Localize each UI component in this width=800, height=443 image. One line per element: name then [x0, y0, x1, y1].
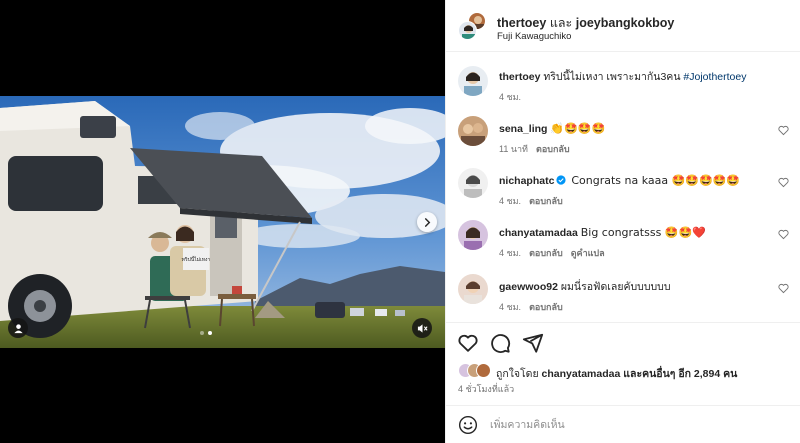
comment-time[interactable]: 11 นาที	[499, 144, 528, 154]
muted-speaker-icon	[417, 323, 428, 333]
chevron-right-icon	[424, 217, 430, 227]
comment-item: nichaphatc Congrats na kaaa 🤩🤩🤩🤩🤩 4 ชม. ต…	[446, 168, 800, 212]
see-translation-button[interactable]: ดูคำแปล	[571, 248, 605, 258]
post-details-panel: thertoey และ joeybangkokboy Fuji Kawaguc…	[445, 0, 800, 443]
avatar[interactable]	[458, 168, 488, 198]
add-comment-bar	[446, 405, 800, 443]
comment-icon[interactable]	[489, 332, 511, 354]
comment-input[interactable]	[490, 416, 750, 434]
verified-badge-icon	[556, 175, 567, 185]
likes-summary: ถูกใจโดย chanyatamadaa และคนอื่นๆ อีก 2,…	[458, 362, 798, 380]
heart-icon[interactable]	[778, 125, 789, 136]
liked-by-prefix: ถูกใจโดย	[496, 368, 539, 380]
comment-meta: 4 ชม. ตอบกลับ ดูคำแปล	[499, 246, 605, 260]
heart-icon[interactable]	[778, 283, 789, 294]
emoji-icon[interactable]	[458, 415, 478, 435]
comment-text: sena_ling 👏🤩🤩🤩	[499, 122, 795, 136]
avatar[interactable]	[458, 66, 488, 96]
caption-meta: 4 ชม.	[499, 90, 521, 104]
comment-text: gaewwoo92 ผมนี่รอฟัดเลยคับบบบบบ	[499, 280, 795, 294]
conjunction-text: และ	[549, 16, 573, 30]
liked-by-avatars	[458, 363, 492, 379]
comment-time[interactable]: 4 ชม.	[499, 92, 521, 102]
comment-meta: 11 นาที ตอบกลับ	[499, 142, 570, 156]
caption-body: ทริปนี้ไม่เหงา เพราะมากัน3คน	[543, 71, 681, 83]
comment-time[interactable]: 4 ชม.	[499, 196, 521, 206]
comment-username[interactable]: chanyatamadaa	[499, 227, 578, 239]
post-location[interactable]: Fuji Kawaguchiko	[497, 31, 571, 42]
heart-icon[interactable]	[778, 229, 789, 240]
comment-item: sena_ling 👏🤩🤩🤩 11 นาที ตอบกลับ	[446, 116, 800, 160]
carousel-indicator	[200, 331, 212, 335]
caption-text: thertoey ทริปนี้ไม่เหงา เพราะมากัน3คน #J…	[499, 70, 795, 84]
author-username[interactable]: thertoey	[497, 16, 546, 30]
carousel-dot	[208, 331, 212, 335]
comment-body: ผมนี่รอฟัดเลยคับบบบบบ	[560, 281, 671, 293]
comment-username[interactable]: nichaphatc	[499, 175, 554, 187]
user-tag-icon	[13, 323, 23, 333]
post-header: thertoey และ joeybangkokboy Fuji Kawaguc…	[446, 0, 800, 52]
comment-item: chanyatamadaa Big congratsss 🤩🤩❤️ 4 ชม. ต…	[446, 220, 800, 264]
avatar	[476, 363, 491, 378]
comment-meta: 4 ชม. ตอบกลับ	[499, 194, 563, 208]
comment-item: gaewwoo92 ผมนี่รอฟัดเลยคับบบบบบ 4 ชม. ตอบ…	[446, 274, 800, 318]
comment-body: Congrats na kaaa 🤩🤩🤩🤩🤩	[571, 174, 741, 187]
tagged-users-button[interactable]	[8, 318, 28, 338]
likes-text: ถูกใจโดย chanyatamadaa และคนอื่นๆ อีก 2,…	[496, 365, 737, 382]
comment-username[interactable]: gaewwoo92	[499, 281, 558, 293]
avatar[interactable]	[458, 274, 488, 304]
carousel-next-button[interactable]	[417, 212, 437, 232]
heart-icon[interactable]	[457, 332, 479, 354]
comment-username[interactable]: thertoey	[499, 71, 540, 83]
share-icon[interactable]	[522, 332, 544, 354]
caption-hashtag[interactable]: #Jojothertoey	[683, 71, 746, 83]
post-actions	[446, 322, 800, 362]
likes-count[interactable]: อีก 2,894 คน	[678, 368, 737, 380]
collab-avatars[interactable]	[458, 12, 488, 40]
avatar	[458, 21, 477, 40]
comment-text: nichaphatc Congrats na kaaa 🤩🤩🤩🤩🤩	[499, 174, 795, 188]
post-media: ทริปนี้ไม่เหงา	[0, 0, 445, 443]
comment-body: 👏🤩🤩🤩	[550, 122, 606, 135]
reply-button[interactable]: ตอบกลับ	[529, 248, 563, 258]
reply-button[interactable]: ตอบกลับ	[529, 302, 563, 312]
comment-text: chanyatamadaa Big congratsss 🤩🤩❤️	[499, 226, 795, 240]
caption: thertoey ทริปนี้ไม่เหงา เพราะมากัน3คน #J…	[446, 66, 800, 112]
avatar[interactable]	[458, 116, 488, 146]
comments-list: thertoey ทริปนี้ไม่เหงา เพราะมากัน3คน #J…	[446, 52, 800, 322]
comment-username[interactable]: sena_ling	[499, 123, 547, 135]
avatar[interactable]	[458, 220, 488, 250]
comment-time[interactable]: 4 ชม.	[499, 302, 521, 312]
post-photo: ทริปนี้ไม่เหงา	[0, 96, 445, 348]
camper-van-photo: ทริปนี้ไม่เหงา	[0, 96, 445, 348]
carousel-dot	[200, 331, 204, 335]
reply-button[interactable]: ตอบกลับ	[536, 144, 570, 154]
post-timestamp[interactable]: 4 ชั่วโมงที่แล้ว	[458, 382, 514, 396]
comment-body: Big congratsss 🤩🤩❤️	[580, 226, 706, 239]
comment-meta: 4 ชม. ตอบกลับ	[499, 300, 563, 314]
heart-icon[interactable]	[778, 177, 789, 188]
liked-by-username[interactable]: chanyatamadaa	[542, 368, 621, 380]
reply-button[interactable]: ตอบกลับ	[529, 196, 563, 206]
liked-by-others[interactable]: และคนอื่นๆ	[623, 368, 675, 380]
mute-toggle-button[interactable]	[412, 318, 432, 338]
post-authors: thertoey และ joeybangkokboy	[497, 13, 674, 33]
coauthor-username[interactable]: joeybangkokboy	[576, 16, 675, 30]
comment-time[interactable]: 4 ชม.	[499, 248, 521, 258]
